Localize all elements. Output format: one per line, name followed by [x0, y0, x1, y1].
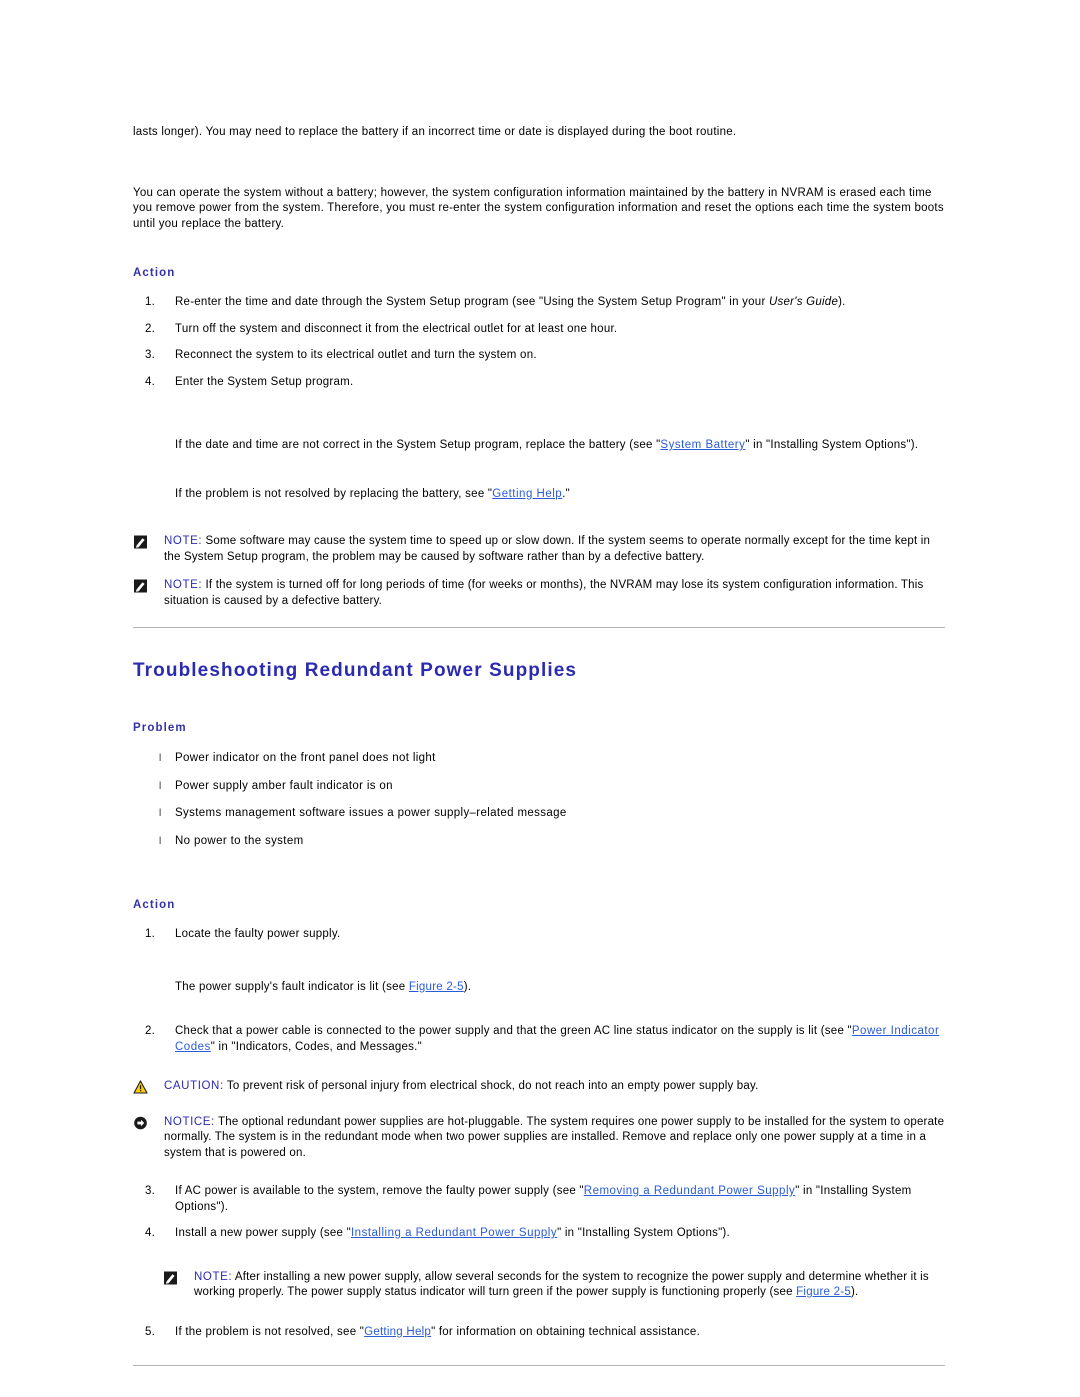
- note-text: If the system is turned off for long per…: [164, 579, 924, 607]
- note-callout: NOTE: If the system is turned off for lo…: [133, 578, 945, 609]
- list-item: 4. Install a new power supply (see "Inst…: [133, 1226, 945, 1242]
- notice-label: NOTICE:: [164, 1115, 215, 1128]
- followup-text-after: .": [562, 487, 570, 500]
- fault-text-after: ).: [463, 980, 472, 993]
- list-item: 2. Turn off the system and disconnect it…: [133, 322, 945, 338]
- list-item: l Systems management software issues a p…: [133, 806, 945, 822]
- list-item: 4. Enter the System Setup program.: [133, 375, 945, 391]
- step-text-after: " for information on obtaining technical…: [431, 1325, 701, 1338]
- step-text-after: ).: [838, 296, 846, 308]
- battery-followup-2: If the problem is not resolved by replac…: [175, 487, 945, 503]
- step-text-before: Check that a power cable is connected to…: [175, 1025, 852, 1037]
- note-text-after: ).: [851, 1286, 859, 1298]
- step-text-after: " in "Installing System Options").: [557, 1227, 730, 1239]
- intro-paragraph-1: lasts longer). You may need to replace t…: [133, 126, 737, 138]
- problem-text: Systems management software issues a pow…: [175, 807, 567, 819]
- step-text-before: Re-enter the time and date through the S…: [175, 296, 769, 308]
- power-action-heading: Action: [133, 899, 176, 911]
- list-item: 5. If the problem is not resolved, see "…: [133, 1325, 945, 1341]
- bullet-icon: l: [159, 753, 162, 764]
- step-number: 4.: [145, 375, 156, 388]
- step-text: Locate the faulty power supply.: [175, 928, 341, 940]
- list-item: l Power indicator on the front panel doe…: [133, 751, 945, 767]
- followup-text-before: If the date and time are not correct in …: [175, 439, 661, 451]
- step-number: 1.: [145, 928, 156, 940]
- list-item: l Power supply amber fault indicator is …: [133, 779, 945, 795]
- document-page: lasts longer). You may need to replace t…: [0, 0, 1080, 1397]
- step-number: 3.: [145, 1185, 156, 1197]
- notice-callout: NOTICE: The optional redundant power sup…: [133, 1115, 945, 1162]
- section-divider-bottom: [133, 1365, 945, 1366]
- problem-text: Power supply amber fault indicator is on: [175, 779, 393, 792]
- note-pencil-icon: [133, 535, 150, 550]
- problem-heading: Problem: [133, 722, 187, 734]
- list-item: 3. If AC power is available to the syste…: [133, 1184, 945, 1215]
- power-action-step-5: 5. If the problem is not resolved, see "…: [133, 1325, 945, 1341]
- step-number: 5.: [145, 1325, 156, 1338]
- step-number: 2.: [145, 1025, 156, 1037]
- power-action-step-2: 2. Check that a power cable is connected…: [133, 1024, 945, 1055]
- problem-text: Power indicator on the front panel does …: [175, 752, 436, 764]
- problem-text: No power to the system: [175, 834, 304, 847]
- step-text: Reconnect the system to its electrical o…: [175, 349, 537, 361]
- step-text-before: Install a new power supply (see ": [175, 1227, 351, 1239]
- list-item: l No power to the system: [133, 834, 945, 850]
- step-number: 3.: [145, 349, 156, 361]
- page-title: Troubleshooting Redundant Power Supplies: [133, 660, 578, 681]
- link-getting-help[interactable]: Getting Help: [364, 1326, 431, 1338]
- note-label: NOTE:: [164, 535, 203, 547]
- caution-callout: CAUTION: To prevent risk of personal inj…: [133, 1079, 945, 1095]
- power-action-step-1: 1. Locate the faulty power supply.: [133, 927, 945, 943]
- fault-indicator-paragraph: The power supply's fault indicator is li…: [175, 980, 945, 996]
- step-text-before: If AC power is available to the system, …: [175, 1185, 584, 1197]
- list-item: 3. Reconnect the system to its electrica…: [133, 348, 945, 364]
- problem-list: l Power indicator on the front panel doe…: [133, 751, 945, 849]
- bullet-icon: l: [159, 808, 162, 819]
- link-installing-redundant-power-supply[interactable]: Installing a Redundant Power Supply: [351, 1227, 557, 1239]
- link-system-battery[interactable]: System Battery: [660, 439, 745, 451]
- battery-action-steps: 1. Re-enter the time and date through th…: [133, 295, 945, 390]
- link-removing-redundant-power-supply[interactable]: Removing a Redundant Power Supply: [584, 1185, 795, 1197]
- list-item: 1. Re-enter the time and date through th…: [133, 295, 945, 311]
- note-label: NOTE:: [164, 579, 203, 591]
- step-text: Turn off the system and disconnect it fr…: [175, 322, 618, 335]
- step-text-after: " in "Indicators, Codes, and Messages.": [210, 1040, 422, 1053]
- step-text-before: If the problem is not resolved, see ": [175, 1325, 365, 1338]
- step-number: 4.: [145, 1227, 156, 1239]
- link-figure-2-5[interactable]: Figure 2-5: [409, 981, 464, 993]
- note-callout: NOTE: After installing a new power suppl…: [163, 1270, 945, 1301]
- step-text-italic: User's Guide: [768, 296, 839, 308]
- step-number: 1.: [145, 296, 156, 308]
- note-pencil-icon: [133, 579, 150, 594]
- note-pencil-icon: [163, 1271, 180, 1286]
- note-text: Some software may cause the system time …: [164, 535, 931, 563]
- bullet-icon: l: [159, 780, 162, 792]
- step-text: Enter the System Setup program.: [175, 375, 354, 388]
- power-action-steps-3-4: 3. If AC power is available to the syste…: [133, 1184, 945, 1242]
- warning-triangle-icon: [133, 1080, 150, 1095]
- followup-text-before: If the problem is not resolved by replac…: [175, 487, 493, 500]
- document-content: lasts longer). You may need to replace t…: [133, 0, 945, 1366]
- intro-paragraph-2: You can operate the system without a bat…: [133, 186, 944, 230]
- note-label: NOTE:: [194, 1270, 233, 1283]
- followup-text-after: " in "Installing System Options").: [745, 439, 919, 451]
- bullet-icon: l: [159, 835, 162, 847]
- link-getting-help[interactable]: Getting Help: [492, 488, 562, 500]
- notice-text: The optional redundant power supplies ar…: [164, 1115, 945, 1159]
- list-item: 1. Locate the faulty power supply.: [133, 927, 945, 943]
- step-number: 2.: [145, 322, 156, 335]
- notice-arrow-icon: [133, 1116, 150, 1131]
- note-callout: NOTE: Some software may cause the system…: [133, 534, 945, 565]
- caution-text: To prevent risk of personal injury from …: [223, 1080, 759, 1092]
- battery-followup-1: If the date and time are not correct in …: [175, 438, 945, 454]
- list-item: 2. Check that a power cable is connected…: [133, 1024, 945, 1055]
- fault-text-before: The power supply's fault indicator is li…: [175, 980, 409, 993]
- link-figure-2-5[interactable]: Figure 2-5: [796, 1286, 851, 1298]
- caution-label: CAUTION:: [164, 1080, 224, 1092]
- battery-action-heading: Action: [133, 267, 176, 279]
